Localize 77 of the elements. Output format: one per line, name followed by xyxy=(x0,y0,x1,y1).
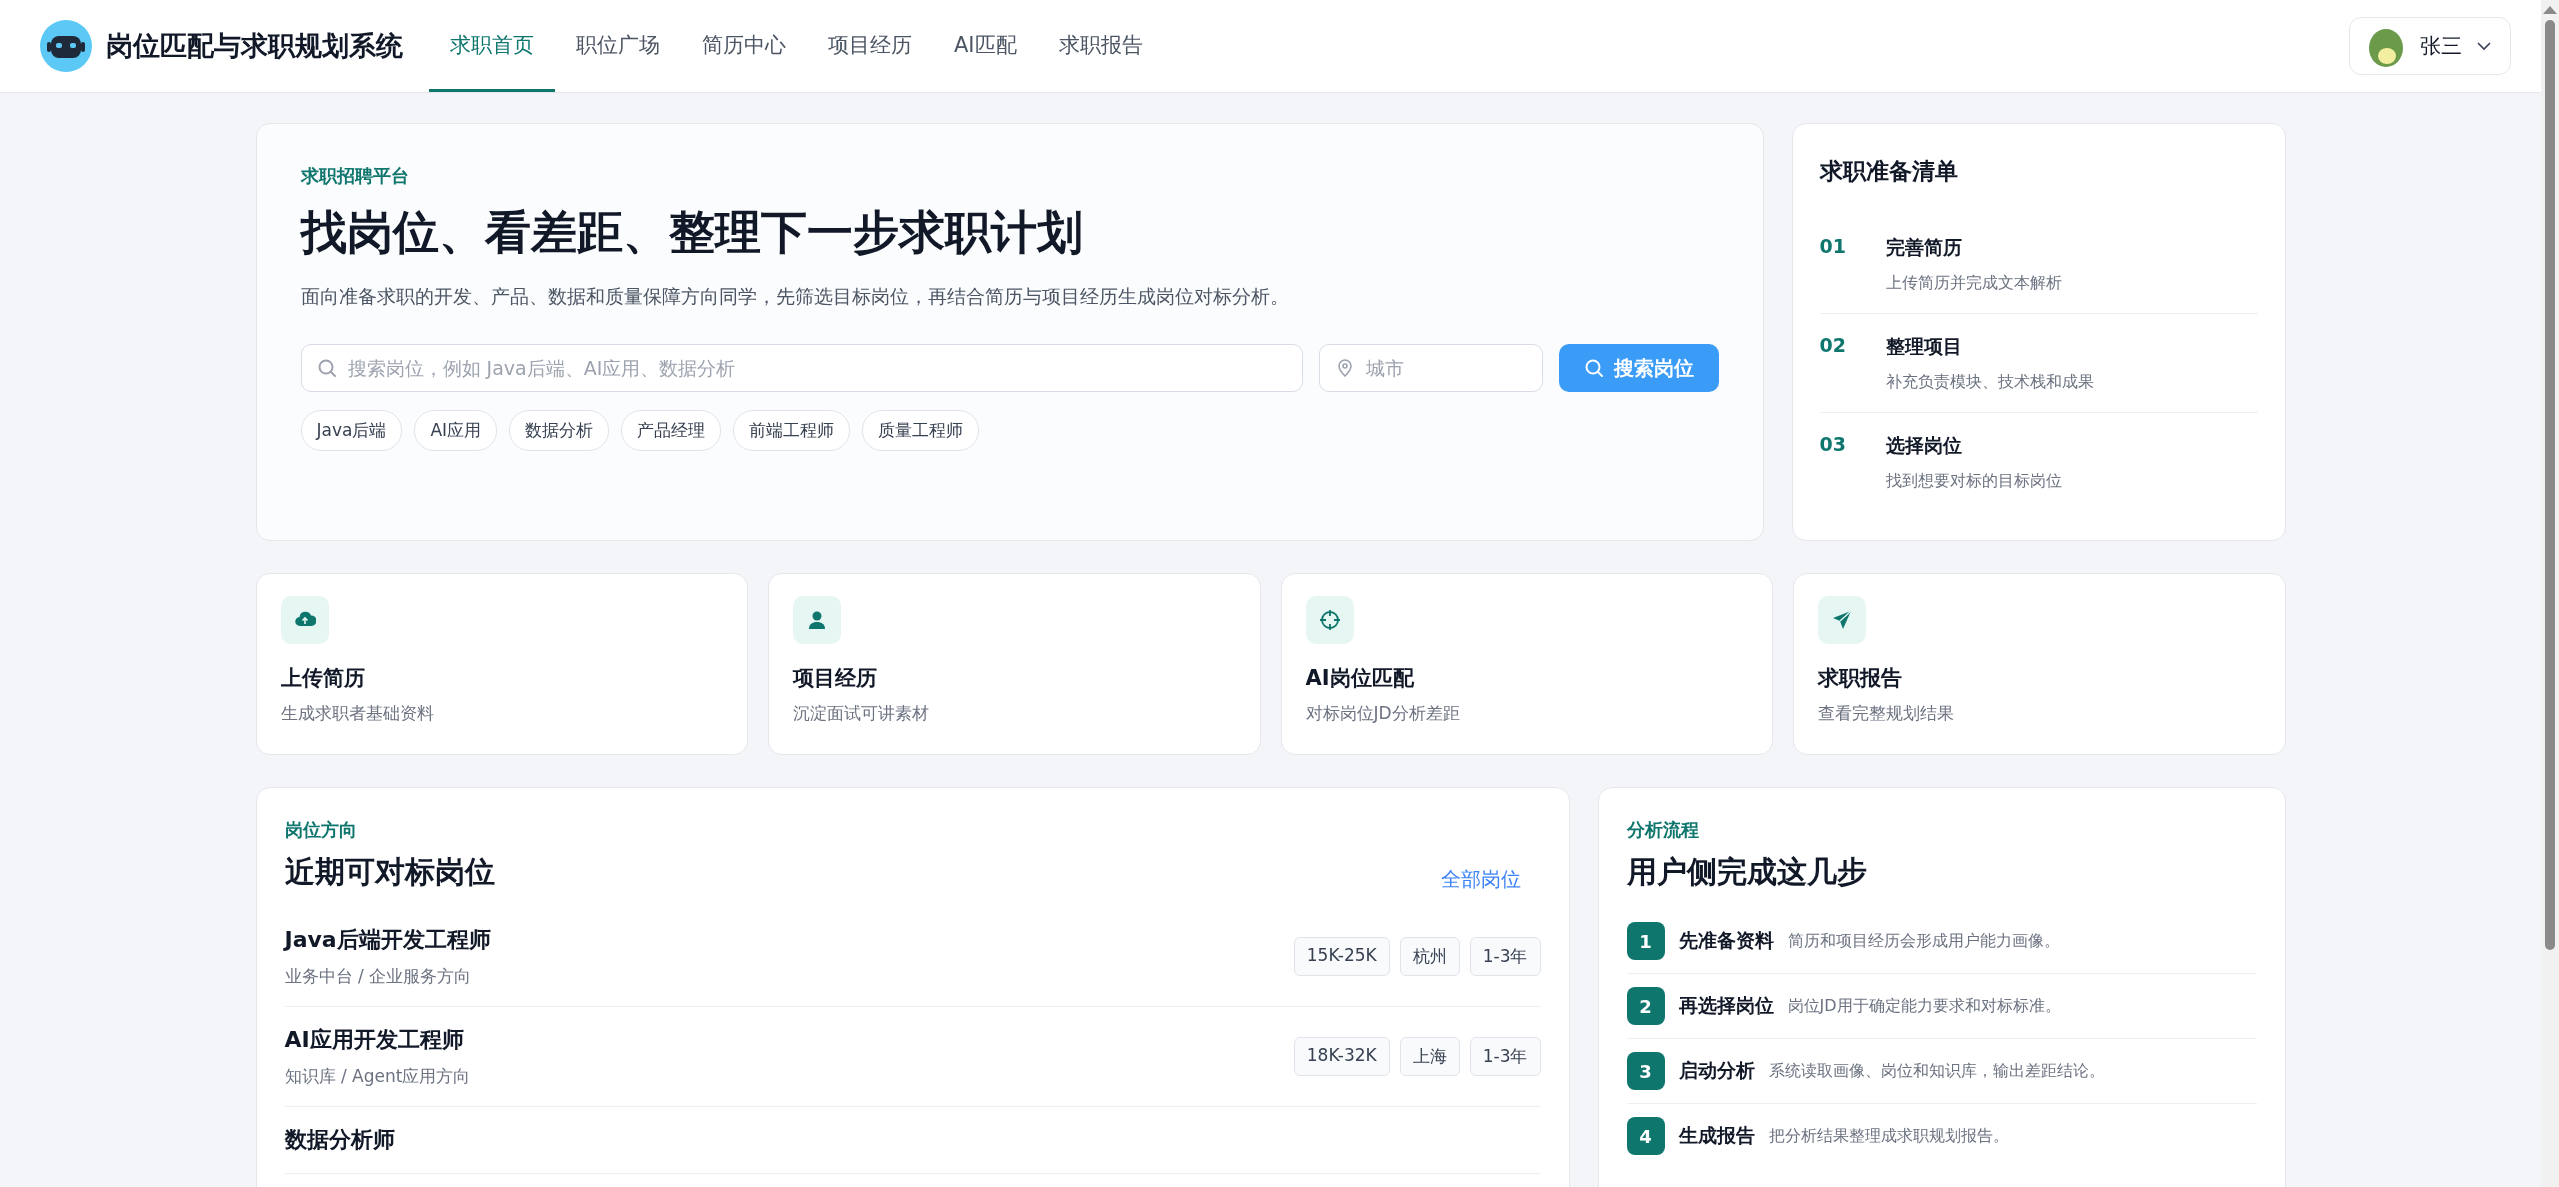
job-tag: 上海 xyxy=(1399,1037,1460,1076)
tag-chip[interactable]: Java后端 xyxy=(300,410,403,451)
job-subtitle: 业务中台 / 企业服务方向 xyxy=(284,965,473,988)
tag-chip[interactable]: AI应用 xyxy=(414,410,498,451)
all-jobs-link[interactable]: 全部岗位 xyxy=(1440,866,1521,893)
step-title: 生成报告 xyxy=(1678,1123,1755,1148)
step-number-badge: 1 xyxy=(1626,922,1665,960)
step-number-badge: 2 xyxy=(1626,987,1665,1025)
item-description: 补充负责模块、技术栈和成果 xyxy=(1885,372,2094,393)
nav-tab[interactable]: 项目经历 xyxy=(807,0,933,92)
user-menu-button[interactable]: 张三 xyxy=(2349,17,2511,75)
card-description: 沉淀面试可讲素材 xyxy=(793,702,929,725)
step-description: 岗位JD用于确定能力要求和对标标准。 xyxy=(1787,995,2061,1017)
card-description: 生成求职者基础资料 xyxy=(280,702,434,725)
tag-chip[interactable]: 产品经理 xyxy=(621,410,722,451)
job-tag: 1-3年 xyxy=(1469,1037,1541,1076)
caret-icon xyxy=(2476,41,2492,51)
search-field[interactable]: 搜索岗位，例如 Java后端、AI应用、数据分析 xyxy=(300,344,1303,392)
hero-description: 面向准备求职的开发、产品、数据和质量保障方向同学，先筛选目标岗位，再结合简历与项目经历生成岗位对标分析。 xyxy=(300,284,1290,309)
tag-chip[interactable]: 前端工程师 xyxy=(733,410,851,451)
step-description: 简历和项目经历会形成用户能力画像。 xyxy=(1787,930,2060,952)
step-number-badge: 3 xyxy=(1626,1052,1665,1090)
section-title: 用户侧完成这几步 xyxy=(1626,853,1868,891)
nav-tab[interactable]: 求职首页 xyxy=(429,0,555,92)
step-title: 先准备资料 xyxy=(1678,928,1774,953)
tag-chip[interactable]: 数据分析 xyxy=(509,410,610,451)
step-number: 02 xyxy=(1819,334,1847,358)
job-title: Java后端开发工程师 xyxy=(284,926,491,954)
shortcut-card[interactable]: 求职报告 查看完整规划结果 xyxy=(1793,573,2286,755)
step-number-badge: 4 xyxy=(1626,1117,1665,1155)
job-tag: 杭州 xyxy=(1399,937,1460,976)
section-label: 求职招聘平台 xyxy=(300,164,410,188)
paper-plane-icon xyxy=(1818,596,1866,644)
step-number: 03 xyxy=(1819,433,1847,457)
tag-chip[interactable]: 质量工程师 xyxy=(862,410,980,451)
item-description: 上传简历并完成文本解析 xyxy=(1885,273,2062,294)
hero-title: 找岗位、看差距、整理下一步求职计划 xyxy=(300,204,1084,261)
item-title: 完善简历 xyxy=(1885,235,1963,260)
job-subtitle: 知识库 / Agent应用方向 xyxy=(284,1065,471,1088)
card-title: 求职准备清单 xyxy=(1819,157,1959,186)
job-title: AI应用开发工程师 xyxy=(284,1026,465,1054)
card-description: 查看完整规划结果 xyxy=(1818,702,1954,725)
nav-tab[interactable]: 职位广场 xyxy=(555,0,681,92)
search-icon xyxy=(1583,358,1604,378)
crosshair-icon xyxy=(1305,596,1354,644)
job-tag: 18K-32K xyxy=(1293,1037,1390,1076)
card-title: AI岗位匹配 xyxy=(1305,665,1414,692)
item-title: 整理项目 xyxy=(1885,334,1963,359)
step-description: 把分析结果整理成求职规划报告。 xyxy=(1768,1125,2009,1147)
cloud-upload-icon xyxy=(280,596,329,644)
job-tag: 1-3年 xyxy=(1469,937,1541,976)
job-tag: 15K-25K xyxy=(1293,937,1390,976)
step-number: 01 xyxy=(1819,235,1847,259)
person-icon xyxy=(793,596,841,644)
nav-tab[interactable]: 简历中心 xyxy=(681,0,807,92)
section-title: 近期可对标岗位 xyxy=(284,853,495,891)
step-description: 系统读取画像、岗位和知识库，输出差距结论。 xyxy=(1768,1060,2105,1082)
section-label: 岗位方向 xyxy=(284,818,358,842)
search-icon xyxy=(316,358,337,378)
card-title: 求职报告 xyxy=(1818,665,1902,692)
card-title: 项目经历 xyxy=(793,665,877,692)
section-label: 分析流程 xyxy=(1626,818,1700,842)
nav-tab[interactable]: 求职报告 xyxy=(1037,0,1164,92)
app-title: 岗位匹配与求职规划系统 xyxy=(106,29,403,63)
shortcut-card[interactable]: 上传简历 生成求职者基础资料 xyxy=(255,573,748,755)
card-title: 上传简历 xyxy=(280,665,365,692)
shortcut-card[interactable]: 项目经历 沉淀面试可讲素材 xyxy=(768,573,1261,755)
job-title: 数据分析师 xyxy=(284,1126,395,1154)
step-title: 再选择岗位 xyxy=(1678,993,1774,1018)
city-field[interactable]: 城市 xyxy=(1318,344,1543,392)
card-description: 对标岗位JD分析差距 xyxy=(1305,702,1460,725)
shortcut-card[interactable]: AI岗位匹配 对标岗位JD分析差距 xyxy=(1280,573,1773,755)
item-description: 找到想要对标的目标岗位 xyxy=(1885,471,2062,492)
step-title: 启动分析 xyxy=(1678,1058,1755,1083)
robot-logo-icon xyxy=(40,20,92,72)
nav-tab[interactable]: AI匹配 xyxy=(933,0,1038,92)
item-title: 选择岗位 xyxy=(1885,433,1963,458)
